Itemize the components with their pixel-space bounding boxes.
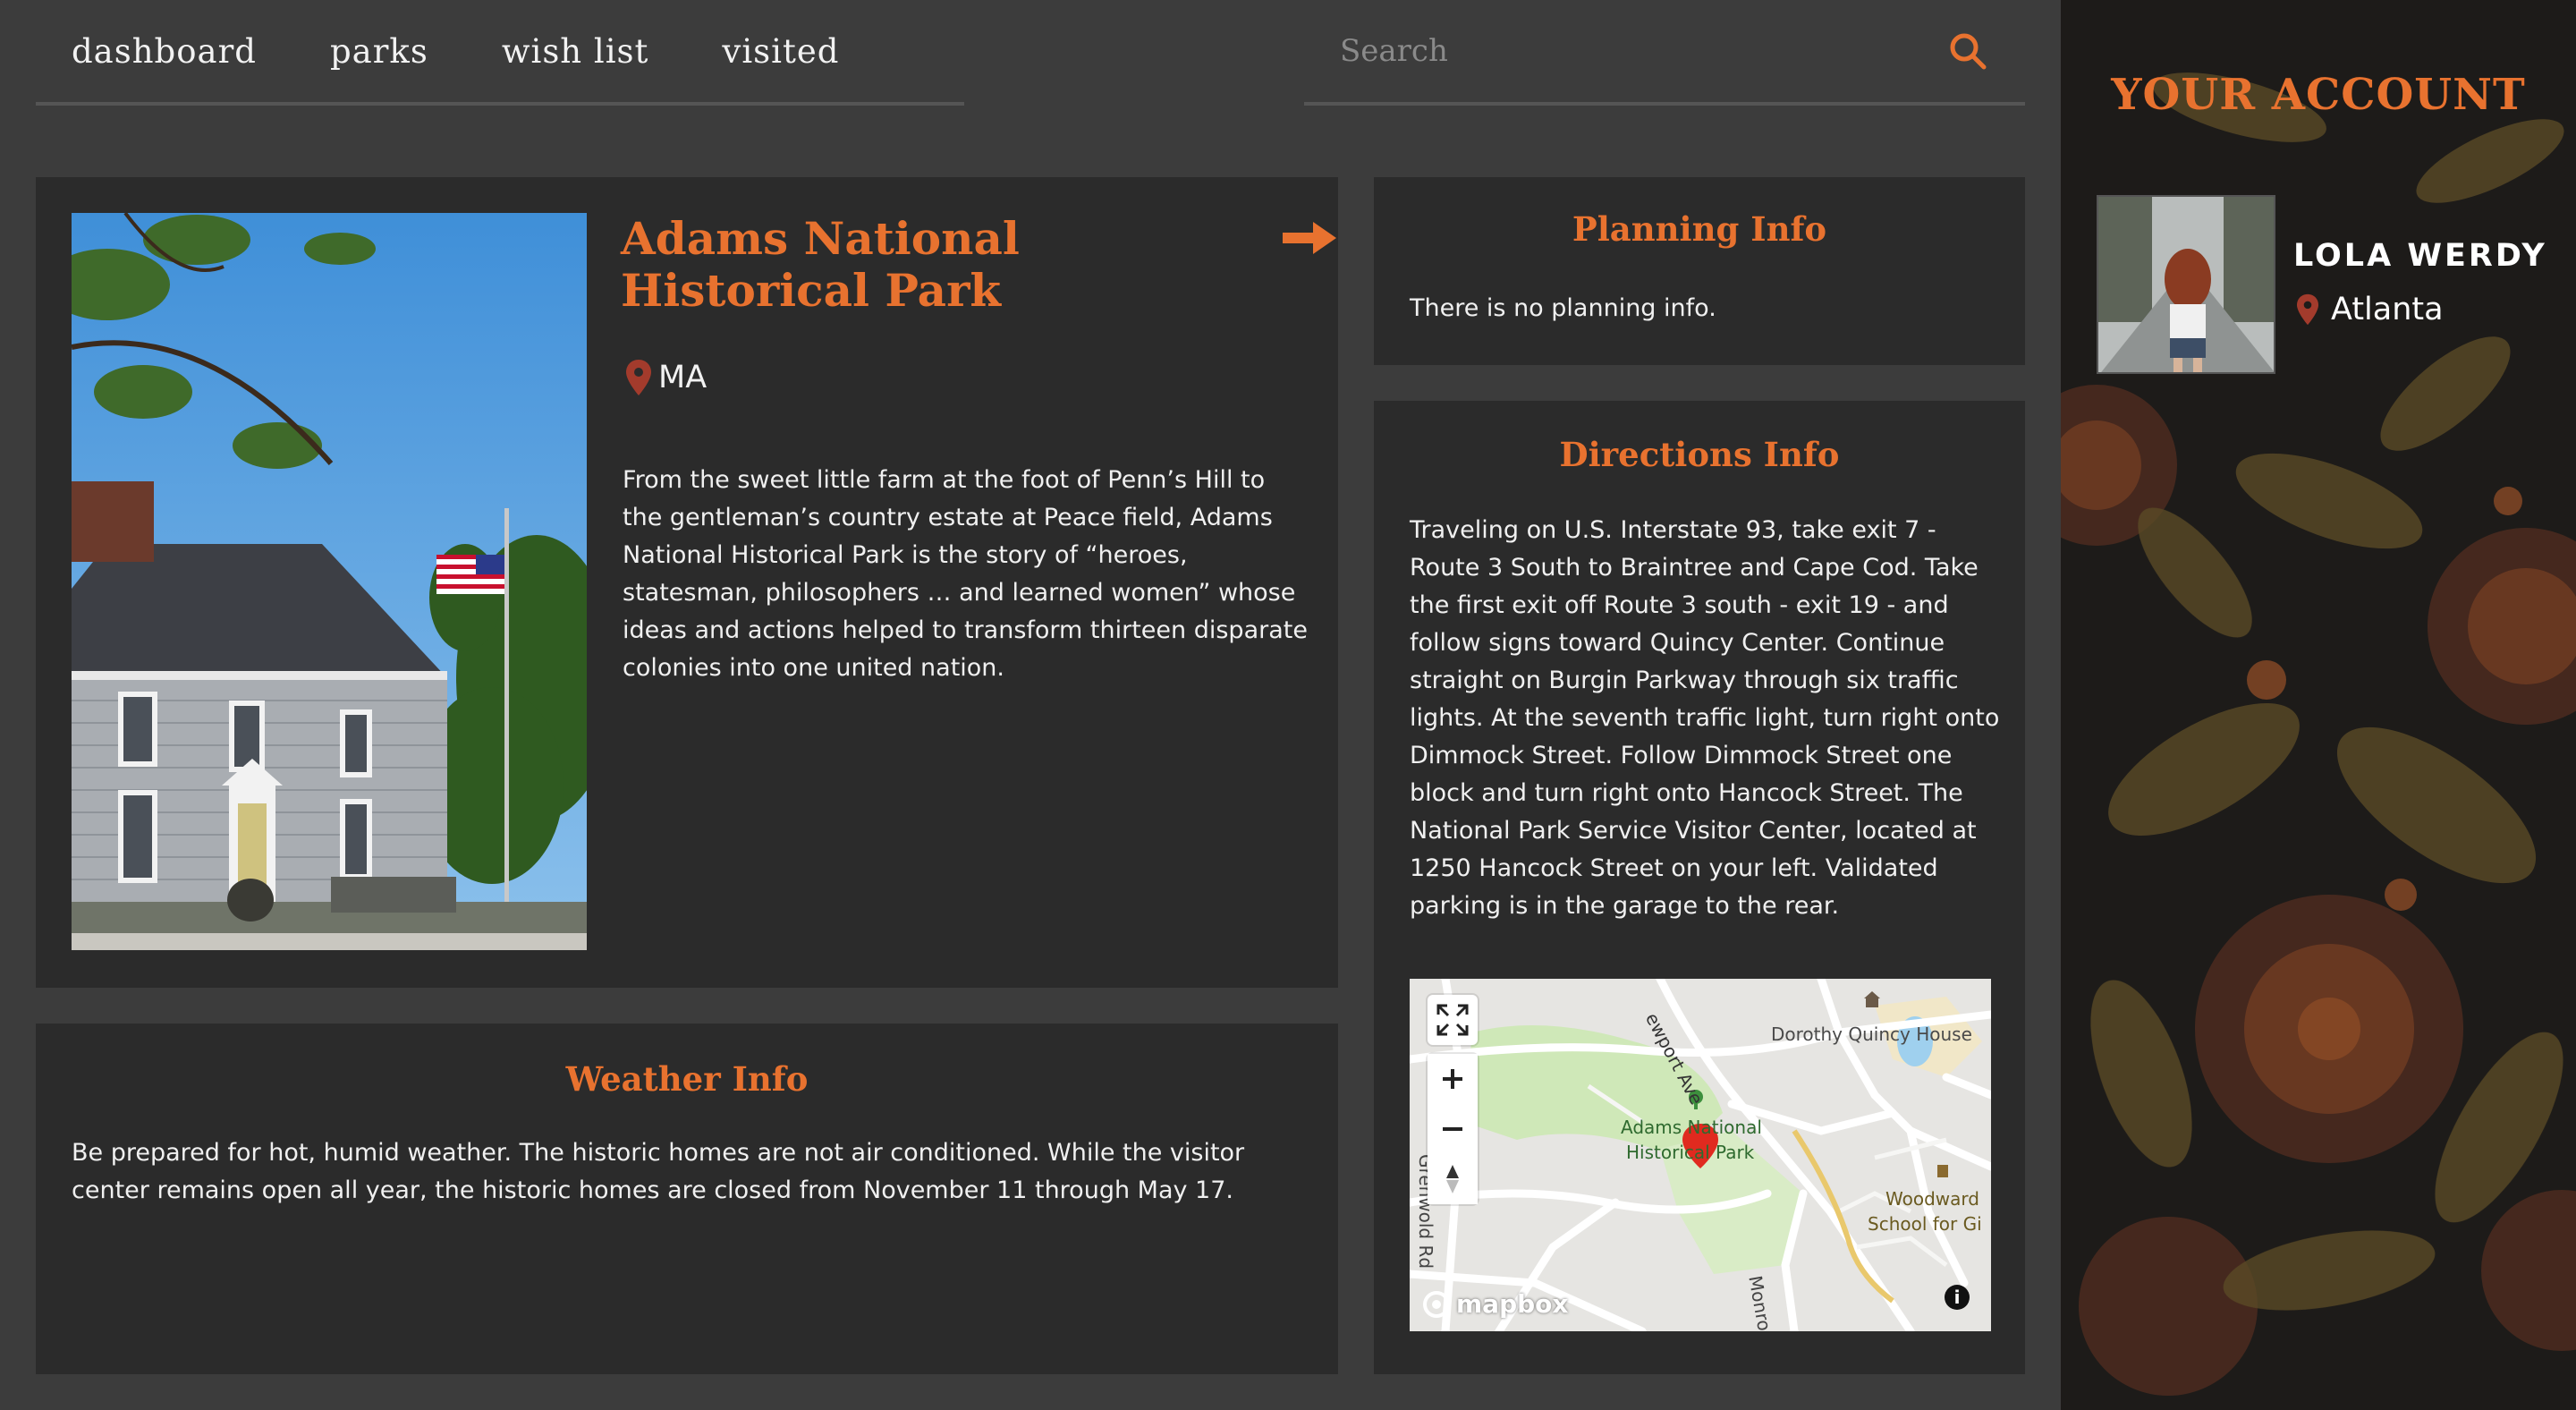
compass-button[interactable]: [1428, 1154, 1478, 1204]
park-state: MA: [658, 360, 708, 395]
planning-text: There is no planning info.: [1410, 294, 1716, 322]
park-location: MA: [626, 360, 707, 395]
search-bar: [1304, 0, 2025, 106]
nav-wish-list[interactable]: wish list: [502, 32, 649, 71]
map-label-adams-2: Historical Park: [1626, 1142, 1755, 1163]
minus-icon: [1443, 1127, 1462, 1131]
park-description: From the sweet little farm at the foot o…: [623, 466, 1308, 682]
mapbox-icon: [1423, 1290, 1450, 1318]
zoom-out-button[interactable]: [1428, 1104, 1478, 1154]
map-label-woodward-2: School for Gi: [1868, 1213, 1982, 1235]
map-label-dorothy: Dorothy Quincy House: [1771, 1024, 1972, 1045]
directions-title: Directions Info: [1559, 435, 1840, 474]
zoom-in-button[interactable]: [1428, 1054, 1478, 1104]
map[interactable]: ewport Ave Dorothy Quincy House Adams Na…: [1410, 979, 1991, 1331]
user-city: Atlanta: [2331, 292, 2444, 327]
park-title: Adams National Historical Park: [621, 212, 1020, 317]
weather-card: Weather Info Be prepared for hot, humid …: [36, 1024, 1338, 1374]
avatar[interactable]: [2097, 195, 2275, 374]
nav-parks[interactable]: parks: [330, 32, 428, 71]
fullscreen-icon: [1436, 1004, 1469, 1036]
map-controls: [1428, 995, 1478, 1204]
account-title: YOUR ACCOUNT: [2111, 70, 2526, 120]
plus-icon: [1443, 1069, 1462, 1089]
map-pin-icon: [2297, 293, 2318, 326]
zoom-controls: [1428, 1054, 1478, 1204]
weather-title: Weather Info: [565, 1059, 809, 1099]
map-label-adams-1: Adams National: [1621, 1117, 1762, 1138]
weather-text: Be prepared for hot, humid weather. The …: [72, 1139, 1245, 1204]
directions-card: Directions Info Traveling on U.S. Inters…: [1374, 401, 2025, 1374]
nav-visited[interactable]: visited: [722, 32, 839, 71]
planning-card: Planning Info There is no planning info.: [1374, 177, 2025, 365]
planning-title: Planning Info: [1572, 209, 1827, 249]
search-icon[interactable]: [1946, 30, 1989, 72]
mapbox-logo: mapbox: [1422, 1289, 1568, 1319]
park-card: Adams National Historical Park MA From t…: [36, 177, 1338, 988]
compass-icon: [1446, 1165, 1459, 1193]
map-label-woodward-1: Woodward: [1885, 1188, 1979, 1210]
search-input[interactable]: [1340, 33, 1946, 69]
directions-text: Traveling on U.S. Interstate 93, take ex…: [1410, 516, 2000, 920]
map-pin-icon: [626, 360, 651, 395]
main-nav: dashboard parks wish list visited: [36, 0, 964, 106]
arrow-right-icon[interactable]: [1283, 220, 1338, 256]
fullscreen-button[interactable]: [1428, 995, 1478, 1045]
user-location: Atlanta: [2297, 292, 2444, 327]
account-sidebar: YOUR ACCOUNT LOLA WERDY Atlanta: [2061, 0, 2576, 1410]
park-photo: [72, 213, 587, 950]
nav-dashboard[interactable]: dashboard: [72, 32, 257, 71]
mapbox-wordmark: mapbox: [1456, 1289, 1569, 1319]
info-icon[interactable]: i: [1945, 1285, 1970, 1310]
user-name: LOLA WERDY: [2293, 238, 2547, 274]
